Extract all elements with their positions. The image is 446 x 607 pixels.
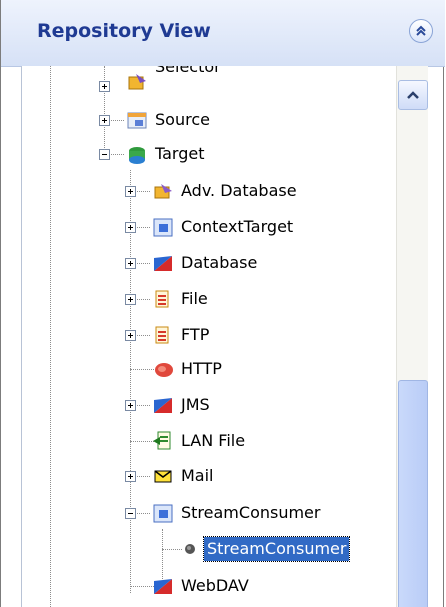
tree-item-adv-database[interactable]: Adv. Database [152,175,300,207]
tree-item-label-selected: StreamConsumer [202,536,351,562]
tree-item-lan-file[interactable]: LAN File [152,425,248,457]
tree-item-context-target[interactable]: ContextTarget [152,211,296,243]
tree-item-stream-consumer[interactable]: StreamConsumer [152,497,323,529]
tree-panel: Selector Source Target Adv. Database Con… [21,66,428,607]
bullet-icon [182,538,200,560]
tree-line [162,549,182,550]
scroll-up-button[interactable] [398,80,428,110]
tree-line [130,441,154,442]
scroll-thumb[interactable] [398,380,428,607]
chevron-up-icon [407,91,419,99]
tree-item-label: HTTP [181,359,222,378]
tree-line [104,66,105,154]
webdav-icon [152,575,174,597]
tree-item-target[interactable]: Target [126,138,208,170]
tree-item-label: ContextTarget [181,217,294,236]
expand-toggle[interactable] [125,471,136,482]
repository-view-window: Repository View Selector Source Target A… [0,0,445,607]
tree-item-label: LAN File [181,431,246,450]
selector-icon [126,71,148,93]
adv-database-icon [152,180,174,202]
tree-item-label: FTP [181,325,210,344]
expand-toggle[interactable] [125,222,136,233]
tree-item-label: File [181,289,208,308]
tree-item-label: Target [155,144,205,163]
tree-item-label: Database [181,253,258,272]
context-target-icon [152,216,174,238]
source-icon [126,109,148,131]
tree-item-label: Adv. Database [181,181,297,200]
tree-item-database[interactable]: Database [152,247,260,279]
expand-toggle[interactable] [99,81,110,92]
double-chevron-up-icon [416,25,426,36]
tree-item-label: JMS [181,395,210,414]
tree-item-http[interactable]: HTTP [152,353,225,385]
repository-tree[interactable]: Selector Source Target Adv. Database Con… [22,66,392,607]
tree-item-label: Source [155,110,210,129]
tree-item-label: Selector [155,66,221,76]
tree-item-jms[interactable]: JMS [152,389,213,421]
jms-icon [152,394,174,416]
tree-item-label: Mail [181,466,214,485]
panel-title: Repository View [37,20,211,42]
tree-item-source[interactable]: Source [126,104,213,136]
expand-toggle[interactable] [125,330,136,341]
tree-line [130,586,154,587]
tree-item-mail[interactable]: Mail [152,460,217,492]
expand-toggle[interactable] [125,400,136,411]
tree-item-selector[interactable]: Selector [126,66,224,98]
target-icon [126,143,148,165]
expand-toggle[interactable] [125,294,136,305]
tree-line [50,66,51,607]
collapse-toggle[interactable] [99,149,110,160]
mail-icon [152,465,174,487]
tree-line [130,170,131,593]
tree-item-webdav[interactable]: WebDAV [152,570,252,602]
file-icon [152,288,174,310]
expand-toggle[interactable] [125,186,136,197]
tree-line [130,369,154,370]
tree-item-file[interactable]: File [152,283,211,315]
panel-header: Repository View [1,0,445,67]
collapse-toggle[interactable] [125,508,136,519]
http-icon [152,358,174,380]
expand-toggle[interactable] [125,258,136,269]
ftp-icon [152,324,174,346]
lan-file-icon [152,430,174,452]
tree-item-label: WebDAV [181,576,249,595]
tree-item-ftp[interactable]: FTP [152,319,212,351]
tree-item-label: StreamConsumer [181,503,321,522]
database-icon [152,252,174,274]
expand-toggle[interactable] [99,115,110,126]
stream-consumer-icon [152,502,174,524]
collapse-button[interactable] [409,19,433,43]
vertical-scrollbar[interactable] [396,66,428,607]
tree-item-stream-consumer-child[interactable]: StreamConsumer [182,533,351,565]
